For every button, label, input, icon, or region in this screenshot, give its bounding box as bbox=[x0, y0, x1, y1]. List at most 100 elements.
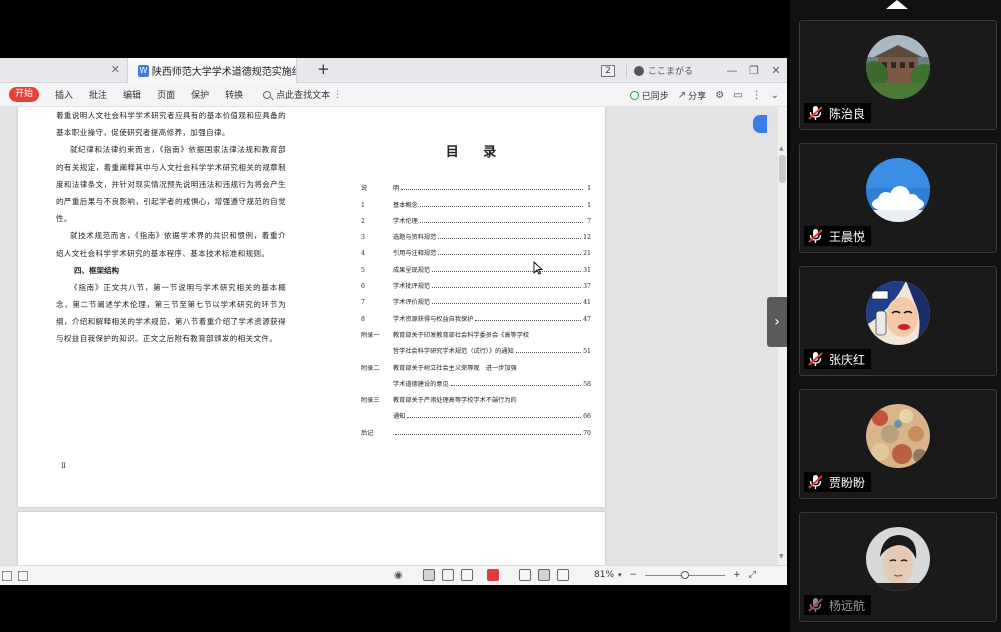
close-tab-icon[interactable]: ✕ bbox=[111, 63, 120, 76]
collapse-panel-button[interactable]: › bbox=[767, 297, 787, 347]
more-icon[interactable]: ⋮ bbox=[752, 90, 762, 101]
web-mode-icon[interactable] bbox=[460, 569, 473, 581]
fullscreen-icon[interactable]: ⤢ bbox=[749, 570, 756, 580]
titlebar-right: 2 ここまがる — ❐ ✕ bbox=[600, 58, 787, 83]
toc-entry[interactable]: 8 学术资源获得与权益自我保护 47 bbox=[361, 306, 591, 323]
toc-entry-number: 3 bbox=[361, 234, 365, 242]
toc-leader-dots bbox=[438, 238, 582, 240]
user-name[interactable]: ここまがる bbox=[648, 64, 693, 77]
toc-entry[interactable]: 4 引用与注释规范 21 bbox=[361, 241, 591, 257]
play-icon[interactable] bbox=[486, 569, 499, 581]
zoom-out-button[interactable]: − bbox=[630, 570, 638, 580]
participant-tile[interactable]: 杨远航 bbox=[799, 512, 997, 622]
user-avatar-icon[interactable] bbox=[633, 65, 644, 76]
zoom-slider[interactable] bbox=[645, 570, 726, 579]
scroll-up-arrow-icon[interactable] bbox=[886, 0, 908, 9]
close-window-button[interactable]: ✕ bbox=[765, 64, 787, 77]
floating-assistant-button[interactable] bbox=[753, 115, 767, 133]
scroll-up-icon[interactable]: ▲ bbox=[779, 145, 784, 152]
ribbon-tab-protect[interactable]: 保护 bbox=[191, 88, 209, 101]
more-vertical-icon[interactable]: ⋮ bbox=[333, 90, 342, 100]
eye-protection-icon[interactable]: ◉ bbox=[394, 570, 403, 581]
participant-tile[interactable]: 陈治良 bbox=[799, 20, 997, 130]
toc-entry-number: 6 bbox=[361, 283, 365, 291]
zoom-dropdown-icon[interactable]: ▾ bbox=[618, 571, 622, 579]
toc-entry[interactable]: 说 明 1 bbox=[361, 176, 591, 192]
ribbon-tab-convert[interactable]: 转换 bbox=[225, 88, 243, 101]
scroll-down-icon[interactable]: ▼ bbox=[779, 553, 784, 560]
toc-entry[interactable]: 3 选题与资料规范 12 bbox=[361, 225, 591, 241]
start-tab[interactable]: 开始 bbox=[9, 87, 40, 102]
sync-status[interactable]: 已同步 bbox=[642, 89, 669, 102]
participant-tile[interactable]: 张庆红 bbox=[799, 266, 997, 376]
ribbon-tab-edit[interactable]: 编辑 bbox=[123, 88, 141, 101]
single-page-icon[interactable] bbox=[518, 569, 531, 581]
settings-icon[interactable]: ⚙ bbox=[715, 90, 724, 101]
restore-button[interactable]: ❐ bbox=[743, 64, 765, 77]
toc-entry[interactable]: 后记 70 bbox=[361, 420, 591, 437]
toc-entry-page: 66 bbox=[583, 413, 591, 421]
zoom-level[interactable]: 81% bbox=[594, 570, 614, 580]
toc-entry[interactable]: 哲学社会科学研究学术规范（试行）》的通知 51 bbox=[361, 339, 591, 355]
toc-leader-dots bbox=[515, 352, 582, 354]
table-of-contents: 目 录 说明 1 1 基本概念 1 2 学术伦理 7 3 选题与资料规范 12 4 引用与注释规范 21 5… bbox=[361, 141, 591, 437]
zoom-in-button[interactable]: + bbox=[733, 570, 741, 580]
participant-name: 陈治良 bbox=[829, 106, 866, 121]
minimize-button[interactable]: — bbox=[721, 64, 743, 77]
page-mode-icon[interactable] bbox=[422, 569, 435, 581]
toc-entry-page: 47 bbox=[583, 315, 591, 323]
toc-entry[interactable]: 通知 66 bbox=[361, 404, 591, 420]
toc-leader-dots bbox=[395, 433, 582, 435]
toc-entry[interactable]: 7 学术评价规范 41 bbox=[361, 290, 591, 306]
tab-document[interactable]: W 陕西师范大学学术道德规范实施细则 bbox=[127, 58, 297, 83]
toc-entry[interactable]: 附录二 教育部关于树立社会主义荣辱观 进一步加强 bbox=[361, 355, 591, 372]
find-text-search[interactable]: 点此查找文本 ⋮ bbox=[263, 88, 342, 101]
toc-entry-text: 学术评价规范 bbox=[393, 299, 431, 307]
ribbon-tab-comment[interactable]: 批注 bbox=[89, 88, 107, 101]
participant-name-bar: 陈治良 bbox=[804, 103, 872, 123]
toc-entry-page: 41 bbox=[583, 299, 591, 307]
cloud-sync-icon bbox=[629, 90, 639, 100]
toc-entry[interactable]: 学术道德建设的意见 58 bbox=[361, 372, 591, 388]
toc-entry-text: 引用与注释规范 bbox=[393, 250, 437, 258]
share-button[interactable]: 分享 bbox=[688, 89, 706, 102]
toc-entry[interactable]: 5 成果呈现规范 31 bbox=[361, 257, 591, 274]
mic-muted-icon[interactable] bbox=[807, 351, 825, 367]
add-tab-button[interactable]: + bbox=[317, 60, 330, 78]
mic-muted-icon[interactable] bbox=[807, 597, 825, 613]
ribbon-tab-page[interactable]: 页面 bbox=[157, 88, 175, 101]
chevron-down-icon[interactable]: ⌄ bbox=[771, 90, 779, 101]
toc-entry-page: 1 bbox=[587, 185, 591, 193]
mic-muted-icon[interactable] bbox=[807, 474, 825, 490]
toc-entry-page: 58 bbox=[583, 380, 591, 388]
page-number: Ⅱ bbox=[61, 462, 66, 470]
tab-blank[interactable]: ✕ bbox=[0, 58, 126, 83]
participant-avatar bbox=[866, 527, 930, 591]
ribbon-tab-insert[interactable]: 插入 bbox=[55, 88, 73, 101]
scrollbar-thumb[interactable] bbox=[779, 155, 786, 183]
toc-entry[interactable]: 附录三 教育部关于严肃处理高等学校学术不端行为的 bbox=[361, 388, 591, 404]
participant-tile[interactable]: 王晨悦 bbox=[799, 143, 997, 253]
zoom-slider-knob[interactable] bbox=[681, 570, 690, 579]
toc-entry-text: 哲学社会科学研究学术规范（试行）》的通知 bbox=[393, 348, 514, 356]
share-icon[interactable]: ↗ bbox=[678, 90, 686, 101]
page-view-icon[interactable] bbox=[2, 570, 12, 581]
fit-width-icon[interactable] bbox=[556, 569, 569, 581]
participant-tile[interactable]: 贾盼盼 bbox=[799, 389, 997, 499]
fit-page-icon[interactable] bbox=[537, 569, 550, 581]
toc-entry[interactable]: 6 学术批评规范 37 bbox=[361, 274, 591, 290]
mouse-cursor-icon bbox=[533, 261, 543, 275]
toc-entry[interactable]: 2 学术伦理 7 bbox=[361, 209, 591, 225]
toc-entry-number: 4 bbox=[361, 250, 365, 258]
mic-muted-icon[interactable] bbox=[807, 228, 825, 244]
comment-icon[interactable]: ▭ bbox=[733, 90, 742, 101]
toc-entry[interactable]: 附录一 教育部关于印发教育部社会科学委员会《高等学校 bbox=[361, 323, 591, 339]
mic-muted-icon[interactable] bbox=[807, 105, 825, 121]
toc-entry-number: 说 bbox=[361, 185, 368, 193]
toc-entry[interactable]: 1 基本概念 1 bbox=[361, 192, 591, 209]
participant-name: 张庆红 bbox=[829, 352, 866, 367]
outline-icon[interactable] bbox=[18, 570, 28, 581]
window-count-badge[interactable]: 2 bbox=[600, 64, 615, 77]
full-width-icon[interactable] bbox=[441, 569, 454, 581]
toc-entry-page: 31 bbox=[583, 266, 591, 274]
